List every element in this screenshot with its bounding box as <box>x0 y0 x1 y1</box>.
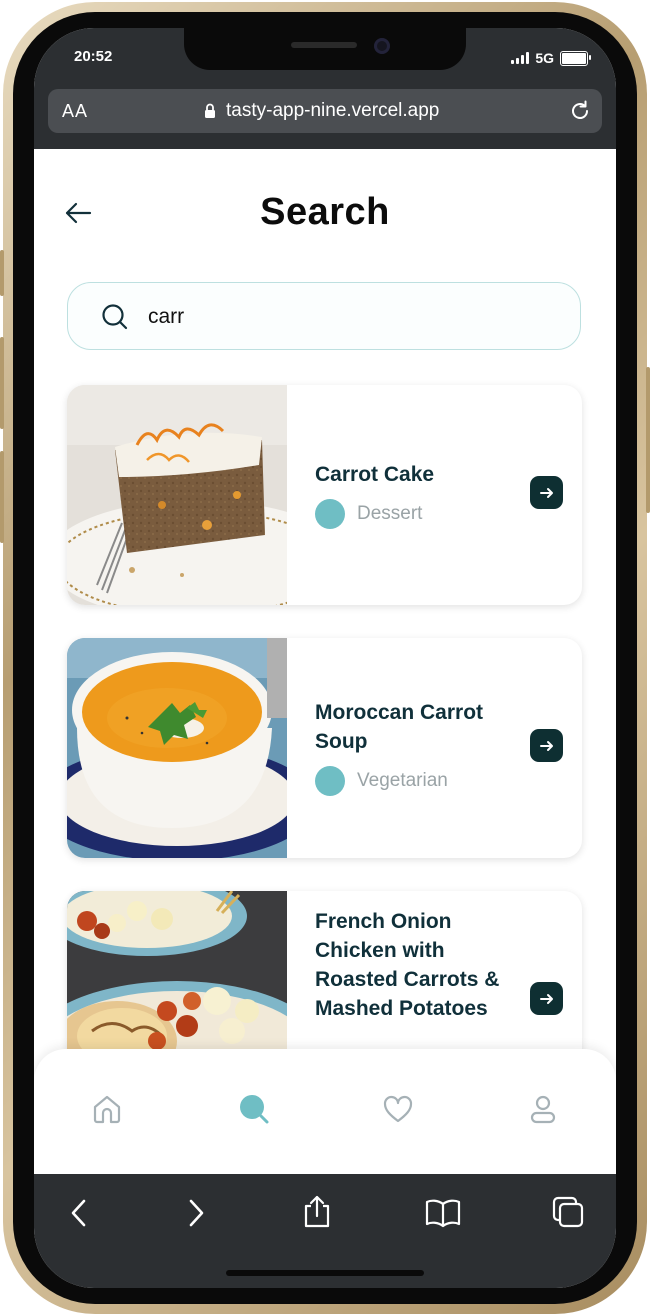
search-icon <box>240 1095 269 1124</box>
status-indicators: 5G <box>511 50 591 66</box>
app-tab-bar <box>34 1049 616 1174</box>
category-dot <box>315 499 345 529</box>
tab-favorites[interactable] <box>378 1089 418 1129</box>
mute-switch <box>0 250 4 296</box>
address-bar[interactable]: AA tasty-app-nine.vercel.app <box>48 89 602 133</box>
url-text: tasty-app-nine.vercel.app <box>226 100 440 121</box>
home-indicator <box>226 1270 424 1276</box>
carrot-soup-image <box>67 638 287 858</box>
heart-icon <box>383 1095 413 1123</box>
tab-home[interactable] <box>87 1089 127 1129</box>
page-title: Search <box>260 191 390 233</box>
speaker-grille <box>291 42 357 48</box>
open-recipe-button[interactable] <box>530 729 563 762</box>
volume-up-button <box>0 337 4 429</box>
text-size-button[interactable]: AA <box>62 101 88 122</box>
signal-icon <box>511 52 530 64</box>
category-label: Dessert <box>357 503 423 524</box>
browser-bottom-bar <box>34 1174 616 1288</box>
browser-top-bar: 20:52 5G AA tasty-app-nine.vercel.app <box>34 28 616 149</box>
status-time: 20:52 <box>74 48 113 65</box>
carrot-cake-image <box>67 385 287 605</box>
home-icon <box>93 1095 121 1124</box>
profile-icon <box>530 1095 556 1124</box>
recipe-category: Vegetarian <box>315 766 448 796</box>
open-recipe-button[interactable] <box>530 982 563 1015</box>
power-button <box>646 367 650 513</box>
recipe-card[interactable]: Carrot Cake Dessert <box>67 385 582 605</box>
page-content: Search carr Carrot Cake Dessert Moroccan… <box>34 149 616 1174</box>
front-camera <box>374 38 390 54</box>
back-icon[interactable] <box>68 1198 90 1228</box>
url-display[interactable]: tasty-app-nine.vercel.app <box>204 100 439 122</box>
reload-icon[interactable] <box>568 99 592 123</box>
arrow-right-icon <box>539 740 553 751</box>
search-icon <box>102 304 128 330</box>
bookmarks-icon[interactable] <box>425 1198 461 1228</box>
share-icon[interactable] <box>302 1194 332 1228</box>
category-dot <box>315 766 345 796</box>
forward-icon[interactable] <box>185 1198 207 1228</box>
tab-search[interactable] <box>234 1089 274 1129</box>
recipe-title: Carrot Cake <box>315 463 435 486</box>
recipe-title: Moroccan Carrot Soup <box>315 701 484 753</box>
tabs-icon[interactable] <box>552 1196 584 1228</box>
tab-profile[interactable] <box>523 1089 563 1129</box>
category-label: Vegetarian <box>357 770 448 791</box>
battery-icon <box>560 50 591 66</box>
search-box[interactable] <box>67 282 581 350</box>
volume-down-button <box>0 451 4 543</box>
recipe-card[interactable]: Moroccan Carrot Soup Vegetarian <box>67 638 582 858</box>
notch <box>184 28 466 70</box>
screen: 20:52 5G AA tasty-app-nine.vercel.app Se… <box>34 28 616 1288</box>
open-recipe-button[interactable] <box>530 476 563 509</box>
search-input[interactable] <box>148 303 528 331</box>
arrow-right-icon <box>539 487 553 498</box>
network-label: 5G <box>535 50 554 66</box>
recipe-title: French Onion Chicken with Roasted Carrot… <box>315 910 500 1020</box>
recipe-category: Dessert <box>315 499 422 529</box>
lock-icon <box>205 103 215 118</box>
arrow-right-icon <box>539 993 553 1004</box>
